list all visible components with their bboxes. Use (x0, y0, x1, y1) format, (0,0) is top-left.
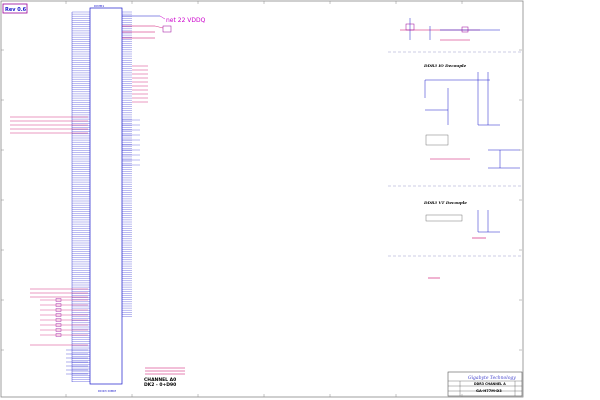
decouple-section-vt: DDR3 VT Decouple (423, 200, 500, 239)
right-panel-dividers (388, 51, 522, 257)
title-block: Gigabyte Technology DDR3 CHANNEL A GA-H7… (447, 371, 523, 397)
doc-number: GA-H77M-D3 (476, 389, 502, 393)
revision-box: Rev 0.6 (2, 3, 28, 14)
net-note-label: net 22 VDDQ (166, 17, 206, 24)
right-pin-array (122, 11, 132, 317)
decouple-io-title: DDR3 IO Decouple (423, 63, 467, 68)
revision-label: Rev 0.6 (5, 7, 27, 13)
vddq-cap-group: net 22 VDDQ (122, 15, 206, 39)
channel-sub-label: DK2 - 0+D90 (144, 382, 176, 388)
decouple-vt-title: DDR3 VT Decouple (423, 200, 467, 205)
svg-text:DIMM1: DIMM1 (94, 4, 104, 8)
connector-footer-label: DDR3 DIMM (98, 389, 116, 393)
channel-label-block: CHANNEL A0 DK2 - 0+D90 (144, 367, 185, 388)
dimm-connector: DIMM1 DDR3 DIMM (89, 4, 123, 393)
schematic-canvas: Rev 0.6 DIMM1 DDR3 DIMM net 22 VDDQ CHAN… (0, 0, 524, 398)
right-net-labels (122, 65, 148, 166)
left-pin-array (71, 11, 90, 382)
top-right-circuit (400, 18, 500, 41)
decouple-section-io: DDR3 IO Decouple (423, 63, 520, 169)
sheet-title: DDR3 CHANNEL A (474, 382, 506, 386)
left-net-labels (10, 116, 88, 346)
company-name: Gigabyte Technology (468, 375, 516, 381)
